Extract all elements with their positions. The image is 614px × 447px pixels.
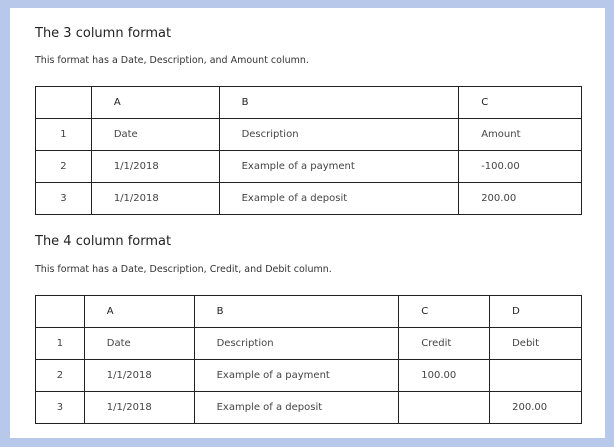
- table-4-column: A B C D 1 Date Description Credit Debit …: [35, 295, 582, 424]
- section-description-3-column: This format has a Date, Description, and…: [35, 55, 309, 66]
- table-cell: Example of a deposit: [218, 182, 460, 215]
- row-index: 1: [35, 327, 85, 360]
- table-cell: 200.00: [458, 182, 582, 215]
- table-row: 1 Date Description Amount: [35, 118, 582, 151]
- table-row: 2 1/1/2018 Example of a payment -100.00: [35, 150, 582, 183]
- table-cell: Example of a deposit: [193, 391, 400, 424]
- column-header-c: C: [458, 86, 582, 119]
- column-header-b: B: [218, 86, 460, 119]
- table-cell: Credit: [398, 327, 491, 360]
- table-cell: 1/1/2018: [83, 359, 195, 392]
- row-index: 1: [35, 118, 92, 151]
- row-index: 2: [35, 150, 92, 183]
- column-header-a: A: [83, 295, 195, 328]
- table-cell: Example of a payment: [218, 150, 460, 183]
- table-cell: Amount: [458, 118, 582, 151]
- column-header-d: D: [489, 295, 582, 328]
- section-title-4-column: The 4 column format: [35, 234, 172, 249]
- table-row: 3 1/1/2018 Example of a deposit 200.00: [35, 182, 582, 215]
- table-cell: [398, 391, 491, 424]
- corner-cell: [35, 295, 85, 328]
- table-cell: 1/1/2018: [90, 182, 220, 215]
- table-cell: -100.00: [458, 150, 582, 183]
- table-cell: 200.00: [489, 391, 582, 424]
- table-row: 3 1/1/2018 Example of a deposit 200.00: [35, 391, 582, 424]
- table-cell: Description: [193, 327, 400, 360]
- table-row: 1 Date Description Credit Debit: [35, 327, 582, 360]
- column-header-a: A: [90, 86, 220, 119]
- row-index: 3: [35, 182, 92, 215]
- table-header-row: A B C: [35, 86, 582, 119]
- table-cell: 1/1/2018: [90, 150, 220, 183]
- table-cell: Date: [90, 118, 220, 151]
- table-header-row: A B C D: [35, 295, 582, 328]
- table-cell: 1/1/2018: [83, 391, 195, 424]
- content-panel: The 3 column format This format has a Da…: [10, 8, 605, 438]
- table-row: 2 1/1/2018 Example of a payment 100.00: [35, 359, 582, 392]
- table-cell: [489, 359, 582, 392]
- section-title-3-column: The 3 column format: [35, 26, 172, 41]
- table-cell: 100.00: [398, 359, 491, 392]
- table-cell: Debit: [489, 327, 582, 360]
- column-header-c: C: [398, 295, 491, 328]
- corner-cell: [35, 86, 92, 119]
- column-header-b: B: [193, 295, 400, 328]
- table-cell: Description: [218, 118, 460, 151]
- section-description-4-column: This format has a Date, Description, Cre…: [35, 264, 332, 275]
- table-cell: Date: [83, 327, 195, 360]
- table-cell: Example of a payment: [193, 359, 400, 392]
- table-3-column: A B C 1 Date Description Amount 2 1/1/20…: [35, 86, 582, 215]
- row-index: 3: [35, 391, 85, 424]
- row-index: 2: [35, 359, 85, 392]
